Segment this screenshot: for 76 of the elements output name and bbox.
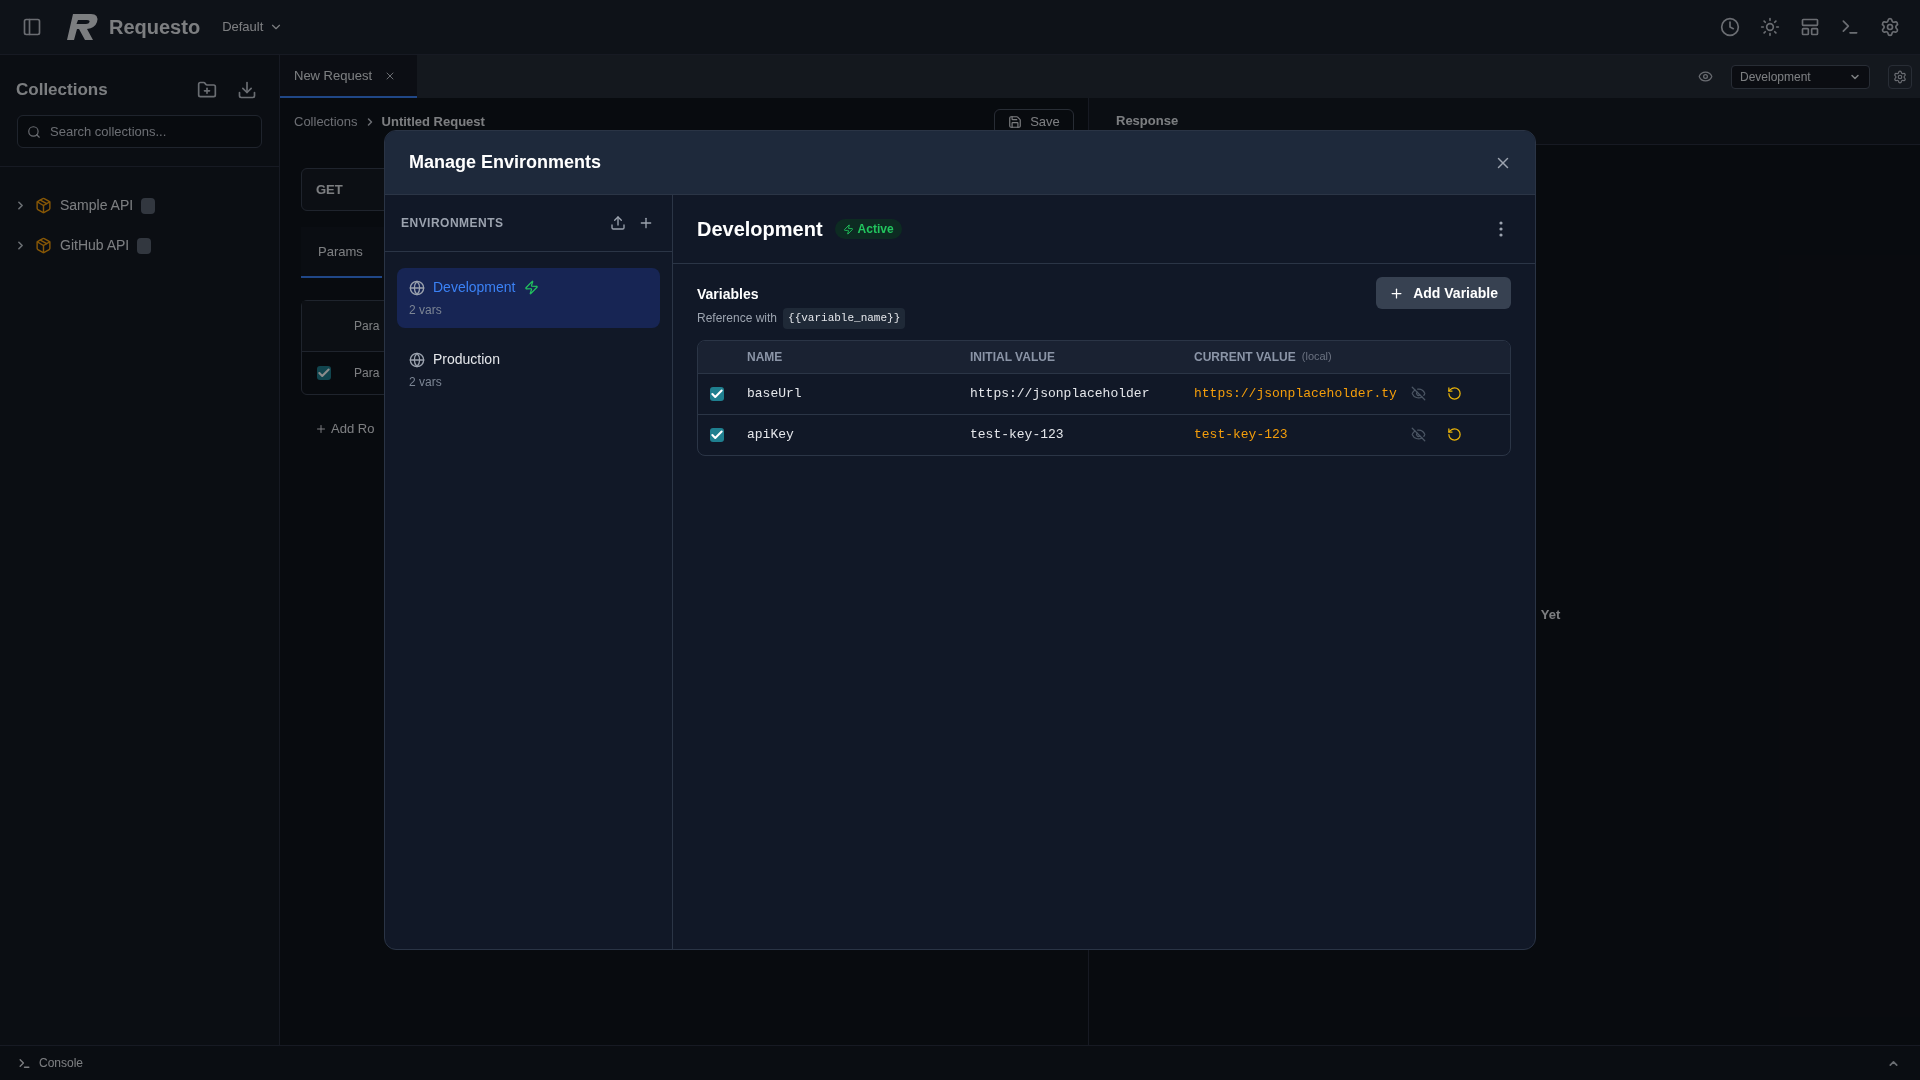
sidebar-toggle-icon[interactable] bbox=[22, 17, 42, 37]
folder-plus-icon[interactable] bbox=[197, 79, 217, 100]
breadcrumb-link[interactable]: Collections bbox=[294, 112, 358, 132]
current-value: test-key-123 bbox=[1194, 425, 1289, 444]
current-value: https://jsonplaceholder.ty bbox=[1194, 384, 1398, 403]
count-badge bbox=[141, 197, 156, 214]
eye-off-icon[interactable] bbox=[1411, 386, 1426, 401]
add-variable-button[interactable]: Add Variable bbox=[1376, 277, 1511, 309]
package-icon bbox=[35, 237, 52, 254]
globe-icon bbox=[409, 351, 425, 368]
variables-title: Variables bbox=[697, 285, 760, 304]
settings-icon bbox=[1893, 69, 1907, 84]
request-tab[interactable]: New Request bbox=[280, 55, 417, 98]
sun-icon[interactable] bbox=[1760, 17, 1780, 37]
console-button[interactable]: Console bbox=[18, 1054, 84, 1072]
collection-item[interactable]: Sample API bbox=[0, 186, 279, 225]
checkbox[interactable] bbox=[710, 427, 724, 442]
hint-text: Reference with bbox=[697, 310, 778, 328]
reset-icon[interactable] bbox=[1447, 427, 1462, 442]
dialog-title: Manage Environments bbox=[409, 151, 602, 174]
lightning-icon bbox=[842, 223, 854, 235]
kebab-icon bbox=[1499, 221, 1503, 237]
column-header: CURRENT VALUE bbox=[1194, 348, 1296, 366]
search-field[interactable]: Search collections... bbox=[17, 114, 262, 148]
empty-state-text: Yet bbox=[1540, 606, 1561, 625]
save-icon bbox=[1008, 115, 1023, 129]
column-header: Para bbox=[354, 318, 380, 335]
plus-icon[interactable] bbox=[638, 215, 654, 231]
terminal-icon bbox=[18, 1056, 31, 1070]
add-row-button[interactable]: Add Ro bbox=[315, 419, 375, 439]
breadcrumb-current: Untitled Request bbox=[381, 113, 485, 132]
app-title: Requesto bbox=[109, 15, 201, 40]
download-icon[interactable] bbox=[237, 79, 257, 100]
column-header: NAME bbox=[747, 348, 784, 366]
logo-icon bbox=[65, 14, 99, 40]
workspace-dropdown[interactable]: Default bbox=[222, 17, 284, 37]
variable-syntax-code: {{variable_name}} bbox=[783, 308, 906, 329]
variable-count: 2 vars bbox=[409, 374, 442, 391]
column-header: INITIAL VALUE bbox=[970, 348, 1056, 366]
package-icon bbox=[35, 197, 52, 214]
environment-name: Production bbox=[433, 350, 500, 369]
checkbox[interactable] bbox=[317, 366, 331, 380]
eye-icon[interactable] bbox=[1698, 69, 1713, 84]
panel-title: ENVIRONMENTS bbox=[401, 215, 504, 232]
column-note: (local) bbox=[1301, 349, 1332, 365]
collection-item[interactable]: GitHub API bbox=[0, 226, 279, 265]
settings-icon[interactable] bbox=[1880, 17, 1900, 37]
count-badge bbox=[137, 237, 152, 254]
terminal-icon[interactable] bbox=[1840, 17, 1860, 37]
response-title: Response bbox=[1116, 112, 1179, 131]
initial-value: https://jsonplaceholder bbox=[970, 384, 1151, 403]
params-tab[interactable]: Params bbox=[301, 227, 382, 278]
environment-item[interactable]: Production 2 vars bbox=[397, 340, 660, 400]
variable-name: baseUrl bbox=[747, 384, 803, 403]
globe-icon bbox=[409, 279, 425, 296]
layout-icon[interactable] bbox=[1800, 17, 1820, 37]
environment-settings-button[interactable] bbox=[1888, 64, 1912, 89]
environment-title: Development bbox=[697, 217, 823, 242]
history-icon[interactable] bbox=[1720, 17, 1740, 37]
eye-off-icon[interactable] bbox=[1411, 427, 1426, 442]
method-select[interactable]: GET bbox=[316, 179, 343, 200]
sidebar-title: Collections bbox=[16, 79, 108, 101]
active-badge: Active bbox=[834, 219, 902, 239]
checkbox[interactable] bbox=[710, 386, 724, 401]
environment-name: Development bbox=[433, 278, 516, 297]
environment-select[interactable]: Development bbox=[1731, 64, 1870, 89]
upload-icon[interactable] bbox=[610, 215, 626, 231]
initial-value: test-key-123 bbox=[970, 425, 1065, 444]
variable-count: 2 vars bbox=[409, 302, 442, 319]
plus-icon bbox=[1389, 285, 1405, 301]
reset-icon[interactable] bbox=[1447, 386, 1462, 401]
search-icon bbox=[27, 124, 41, 139]
environment-item[interactable]: Development 2 vars bbox=[397, 268, 660, 328]
plus-icon bbox=[315, 422, 327, 435]
variable-name: apiKey bbox=[747, 425, 795, 444]
param-key: Para bbox=[354, 364, 380, 382]
